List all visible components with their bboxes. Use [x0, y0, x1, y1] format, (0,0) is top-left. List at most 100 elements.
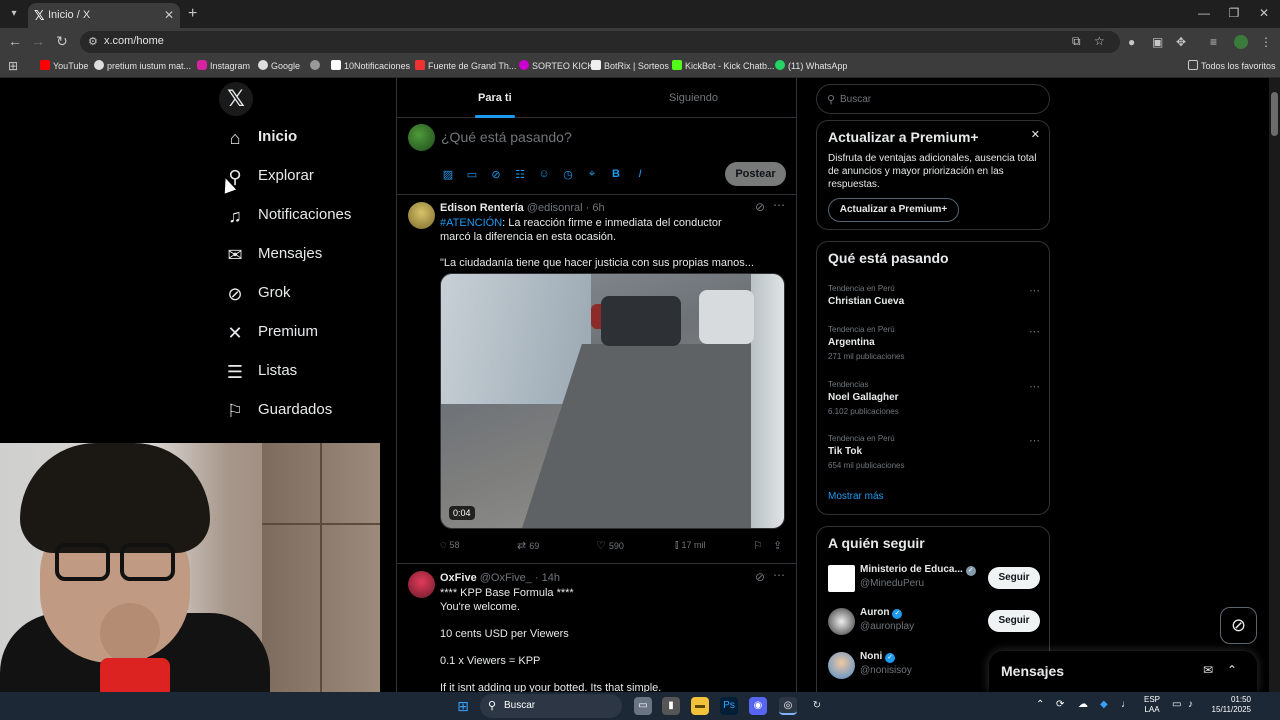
tweet-handle[interactable]: @OxFive_ · 14h	[480, 572, 560, 584]
install-icon[interactable]: ⧉	[1072, 34, 1081, 49]
discord-icon[interactable]: ◉	[749, 697, 767, 715]
trend-item[interactable]: Tendencia en Perú Argentina 271 mil publ…	[828, 325, 1040, 369]
bookmark-button[interactable]: ⚐	[753, 539, 766, 552]
grok-floating-button[interactable]: ⊘	[1220, 607, 1257, 644]
windows-start-icon[interactable]: ⊞	[454, 697, 472, 715]
bookmark-google[interactable]: Google	[258, 60, 300, 71]
tweet-handle[interactable]: @edisonral · 6h	[527, 202, 605, 214]
chevron-up-icon[interactable]: ⌃	[1227, 663, 1237, 677]
tab-siguiendo[interactable]: Siguiendo	[669, 92, 718, 104]
star-icon[interactable]: ☆	[1094, 34, 1105, 48]
bookmark-pretium[interactable]: pretium iustum mat...	[94, 60, 191, 71]
x-logo-icon[interactable]: 𝕏	[219, 82, 253, 116]
all-bookmarks[interactable]: Todos los favoritos	[1188, 60, 1276, 71]
more-icon[interactable]: ⋯	[773, 198, 785, 212]
close-icon[interactable]: ✕	[1031, 128, 1040, 141]
views-button[interactable]: ⫾ 17 mil	[675, 539, 706, 552]
file-explorer-icon[interactable]: ▬	[691, 697, 709, 715]
schedule-icon[interactable]: ◷	[561, 168, 575, 181]
follow-button[interactable]: Seguir	[988, 610, 1040, 632]
bookmark-botrix[interactable]: BotRix | Sorteos	[591, 60, 669, 71]
avatar[interactable]	[828, 652, 855, 679]
gif-icon[interactable]: ▭	[465, 168, 479, 181]
avatar[interactable]	[408, 571, 435, 598]
follow-suggestion[interactable]: Ministerio de Educa... ✓ @MineduPeru Segu…	[828, 563, 1040, 597]
reply-button[interactable]: ◌ 58	[440, 539, 460, 551]
like-button[interactable]: ♡ 590	[596, 539, 624, 552]
bookmark-kickbot[interactable]: KickBot - Kick Chatb...	[672, 60, 775, 71]
follow-button[interactable]: Seguir	[988, 567, 1040, 589]
tweet-author[interactable]: OxFive @OxFive_ · 14h	[440, 572, 560, 584]
bookmark-whatsapp[interactable]: (11) WhatsApp	[775, 60, 847, 71]
italic-icon[interactable]: I	[633, 168, 647, 180]
browser-tab[interactable]: 𝕏 Inicio / X ✕	[28, 3, 180, 28]
trend-item[interactable]: Tendencia en Perú Tik Tok 654 mil public…	[828, 434, 1040, 478]
search-input[interactable]: ⚲ Buscar	[816, 84, 1050, 114]
tab-para-ti[interactable]: Para ti	[478, 92, 512, 104]
more-icon[interactable]: ⋯	[1029, 284, 1040, 297]
cloud-icon[interactable]: ☁	[1078, 699, 1088, 710]
bookmark-instagram[interactable]: Instagram	[197, 60, 250, 71]
taskbar-search[interactable]: ⚲ Buscar	[480, 694, 622, 718]
site-info-icon[interactable]: ⚙	[88, 35, 98, 48]
hashtag-link[interactable]: #ATENCIÓN	[440, 217, 502, 229]
trend-item[interactable]: Tendencias Noel Gallagher 6.102 publicac…	[828, 380, 1040, 424]
volume-icon[interactable]: ♪	[1188, 699, 1193, 710]
chevron-up-icon[interactable]: ⌃	[1036, 699, 1044, 710]
reload-icon[interactable]: ↻	[53, 33, 71, 50]
media-icon[interactable]: ≡	[1210, 35, 1217, 49]
kebab-menu-icon[interactable]: ⋮	[1260, 35, 1272, 49]
poll-icon[interactable]: ☷	[513, 168, 527, 181]
avatar[interactable]	[828, 565, 855, 592]
microphone-icon[interactable]: ♩	[1121, 699, 1131, 710]
close-window-icon[interactable]: ✕	[1254, 6, 1274, 20]
avatar[interactable]	[828, 608, 855, 635]
forward-icon[interactable]: →	[29, 33, 47, 49]
back-icon[interactable]: ←	[6, 33, 24, 49]
bookmark-sorteo-kick[interactable]: SORTEO KICK	[519, 60, 593, 71]
extension-icon[interactable]: ●	[1128, 35, 1135, 49]
bookmark-youtube[interactable]: YouTube	[40, 60, 88, 71]
bookmark-10notificaciones[interactable]: 10Notificaciones	[331, 60, 410, 71]
location-icon[interactable]: ⌖	[585, 168, 599, 181]
grok-icon[interactable]: ⊘	[489, 168, 503, 181]
extensions-puzzle-icon[interactable]: ✥	[1176, 35, 1186, 49]
post-button[interactable]: Postear	[725, 162, 786, 186]
clock[interactable]: 01:50 15/11/2025	[1203, 695, 1251, 715]
suggestion-name[interactable]: Ministerio de Educa... ✓	[860, 564, 976, 576]
grok-icon[interactable]: ⊘	[755, 570, 765, 584]
tray-icon[interactable]: ⟳	[1056, 699, 1064, 710]
new-tab-icon[interactable]: +	[188, 5, 197, 23]
restore-icon[interactable]: ❐	[1224, 6, 1244, 20]
show-more-link[interactable]: Mostrar más	[828, 491, 884, 502]
more-icon[interactable]: ⋯	[773, 568, 785, 582]
more-icon[interactable]: ⋯	[1029, 434, 1040, 447]
apps-grid-icon[interactable]: ⊞	[8, 59, 18, 73]
task-view-icon[interactable]: ▭	[634, 697, 652, 715]
scrollbar-thumb[interactable]	[1271, 92, 1278, 136]
language-indicator[interactable]: ESP LAA	[1144, 695, 1160, 715]
tweet[interactable]: OxFive @OxFive_ · 14h ⊘ ⋯ **** KPP Base …	[397, 564, 797, 692]
trend-item[interactable]: Tendencia en Perú Christian Cueva ⋯	[828, 284, 1040, 328]
avatar[interactable]	[408, 124, 435, 151]
new-message-icon[interactable]: ✉	[1203, 663, 1213, 677]
photoshop-icon[interactable]: Ps	[720, 697, 738, 715]
network-icon[interactable]: ▭	[1172, 699, 1181, 710]
security-icon[interactable]: ◆	[1100, 699, 1108, 710]
profile-avatar[interactable]	[1234, 35, 1248, 49]
image-icon[interactable]: ▨	[441, 168, 455, 181]
app-icon[interactable]: ↻	[808, 697, 826, 715]
avatar[interactable]	[408, 202, 435, 229]
chrome-icon[interactable]: ◎	[779, 697, 797, 715]
more-icon[interactable]: ⋯	[1029, 325, 1040, 338]
grok-icon[interactable]: ⊘	[755, 200, 765, 214]
tweet-video[interactable]: 0:04	[440, 273, 785, 529]
scrollbar[interactable]	[1269, 78, 1280, 692]
url-text[interactable]: x.com/home	[104, 35, 164, 47]
upgrade-premium-button[interactable]: Actualizar a Premium+	[828, 198, 959, 222]
tab-search-icon[interactable]: ▾	[4, 4, 24, 24]
bold-icon[interactable]: B	[609, 168, 623, 180]
more-icon[interactable]: ⋯	[1029, 380, 1040, 393]
tab-close-icon[interactable]: ✕	[164, 8, 174, 22]
bookmark-grand-theft[interactable]: Fuente de Grand Th...	[415, 60, 516, 71]
